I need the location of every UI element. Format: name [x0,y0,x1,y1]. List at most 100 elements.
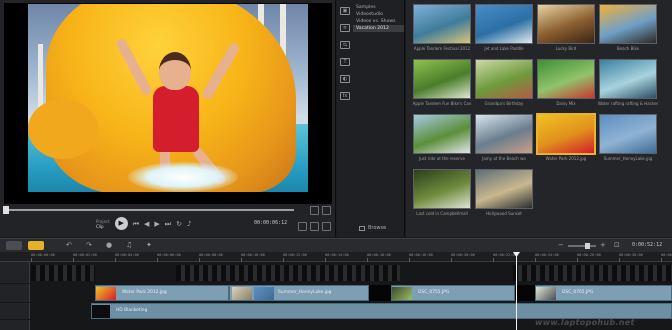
library-thumbnail[interactable] [475,4,533,44]
end-icon[interactable]: ⏭ [165,219,171,229]
folder-icon [359,225,365,231]
volume-icon[interactable]: ♪ [187,219,191,229]
zoom-out-icon[interactable]: − [558,241,564,250]
library-category-samples[interactable]: Samples [353,4,404,11]
ruler-label: 00:00:28:00 [619,253,643,257]
library-thumbnail-label: Water rafting rafting & Hacker [597,101,659,106]
library-thumbnail-label: Apple Tandem Festival 2012 [413,46,471,51]
timeline-view-button[interactable] [28,241,44,250]
timeline-clip[interactable]: Water Park 2012.jpg [95,285,229,301]
ruler-label: 00:00:24:00 [535,253,559,257]
title-clip[interactable]: HD Blanketing [91,303,672,319]
library-thumbnail[interactable] [599,59,657,99]
library-thumbnail-grid: Apple Tandem Festival 2012 Jet and Lake P… [406,0,672,237]
undo-icon[interactable]: ↶ [66,241,72,250]
ruler-label: 00:00:26:00 [577,253,601,257]
library-thumbnail-label: Summer_HonnyLake.jpg [603,156,653,161]
library-thumbnail[interactable] [537,114,595,154]
scrubber-handle[interactable] [3,206,9,214]
ruler-label: 00:00:10:00 [241,253,265,257]
fit-project-icon[interactable]: ⊡ [614,241,620,250]
graphic-icon[interactable]: ◐ [340,75,350,83]
library-thumbnail-label: Water Park 2012.jpg [545,156,587,161]
transition-icon[interactable]: ⇆ [340,41,350,49]
library-category-vacation[interactable]: Vacation 2012 [353,25,404,32]
player-tools [298,222,331,231]
timeline-clip[interactable]: DSC_0755.JPG [391,285,515,301]
instant-project-icon[interactable]: ≡ [340,24,350,32]
library-thumbnail[interactable] [413,59,471,99]
library-thumbnail-label: Apple Tandem Fun Bike's Can [412,101,472,106]
library-thumbnail[interactable] [475,169,533,209]
mark-in-icon[interactable] [310,206,319,215]
ruler-label: 00:00:00:00 [31,253,55,257]
play-mode-selector[interactable]: Project Clip [96,219,110,229]
home-icon[interactable]: ⏮ [133,219,139,229]
ruler-label: 00:00:14:00 [325,253,349,257]
overlay-track[interactable]: Water Park 2012.jpg Summer_HonnyLake.jpg… [31,284,672,302]
title-track[interactable]: HD Blanketing [31,303,672,319]
library-thumbnail[interactable] [413,4,471,44]
overlay-track-header [0,284,30,302]
library-thumbnail[interactable] [475,114,533,154]
library-thumbnail[interactable] [413,169,471,209]
redo-icon[interactable]: ↷ [86,241,92,250]
video-track-header [0,262,30,283]
title-icon[interactable]: T [340,58,350,66]
preview-timecode[interactable]: 00:00:06:12 [254,220,287,226]
snapshot-icon[interactable] [310,222,319,231]
ruler-label: 00:00:02:00 [73,253,97,257]
repeat-icon[interactable]: ↻ [176,219,182,229]
video-track[interactable] [31,264,672,282]
split-clip-icon[interactable] [322,222,331,231]
ruler-label: 00:00:08:00 [199,253,223,257]
filter-icon[interactable]: fx [340,92,350,100]
timeline-clip[interactable]: Summer_HonnyLake.jpg [229,285,369,301]
library-thumbnail[interactable] [599,4,657,44]
library-thumbnail[interactable] [599,114,657,154]
timeline-toolbar: ↶ ↷ ● ♫ ✦ − + ⊡ 0:00:52:12 [0,238,672,252]
library-category-videos-vs-shows[interactable]: Videos vs. Shows [353,18,404,25]
voice-track-header [0,320,30,330]
library-category-list: Samples Videostudio Videos vs. Shows Vac… [353,0,405,237]
library-thumbnail[interactable] [475,59,533,99]
enlarge-icon[interactable] [298,222,307,231]
library-thumbnail-label: Just ride at the reserve [419,156,465,161]
library-thumbnail[interactable] [537,4,595,44]
next-frame-icon[interactable]: ▶ [154,219,159,229]
library-thumbnail[interactable] [537,59,595,99]
ruler-label: 00:00:30:00 [661,253,672,257]
preview-window [4,3,332,204]
mode-clip[interactable]: Clip [96,224,110,229]
timeline-ruler[interactable]: 00:00:00:00 00:00:02:00 00:00:04:00 00:00:0… [0,252,672,262]
library-category-videostudio[interactable]: Videostudio [353,11,404,18]
preview-scrubber[interactable] [3,206,294,214]
zoom-in-icon[interactable]: + [600,241,606,250]
timeline-playhead[interactable] [516,252,517,330]
ruler-label: 00:00:22:00 [493,253,517,257]
ruler-label: 00:00:06:00 [157,253,181,257]
play-icon[interactable]: ▶ [114,217,128,230]
trim-controls [310,206,331,215]
library-thumbnail-label: Hollywood Sunset [486,211,522,216]
storyboard-view-button[interactable] [6,241,22,250]
library-thumbnail-label: Daisy Mix [556,101,576,106]
zoom-slider-handle[interactable] [585,243,590,249]
library-thumbnail-label: Last cold in Campbellmall [416,211,468,216]
mark-out-icon[interactable] [322,206,331,215]
library-media-types: ▣ ≡ ⇆ T ◐ fx [337,0,353,237]
previous-frame-icon[interactable]: ◀ [144,219,149,229]
ruler-label: 00:00:16:00 [367,253,391,257]
record-capture-icon[interactable]: ● [106,241,112,250]
media-icon[interactable]: ▣ [340,7,350,15]
auto-music-icon[interactable]: ✦ [146,241,152,250]
watermark: www.laptopohub.net [535,318,635,327]
library-thumbnail-label: Grandpa's Birthday [484,101,524,106]
title-track-header [0,303,30,319]
sound-mixer-icon[interactable]: ♫ [126,241,132,250]
player-panel: Project Clip ▶ ⏮ ◀ ▶ ⏭ ↻ ♪ 00:00:06:12 [0,0,336,237]
timeline-clip[interactable]: DSC_0765.JPG [535,285,672,301]
library-thumbnail[interactable] [413,114,471,154]
zoom-slider[interactable] [568,243,596,249]
browse-button[interactable]: Browse [359,225,386,231]
